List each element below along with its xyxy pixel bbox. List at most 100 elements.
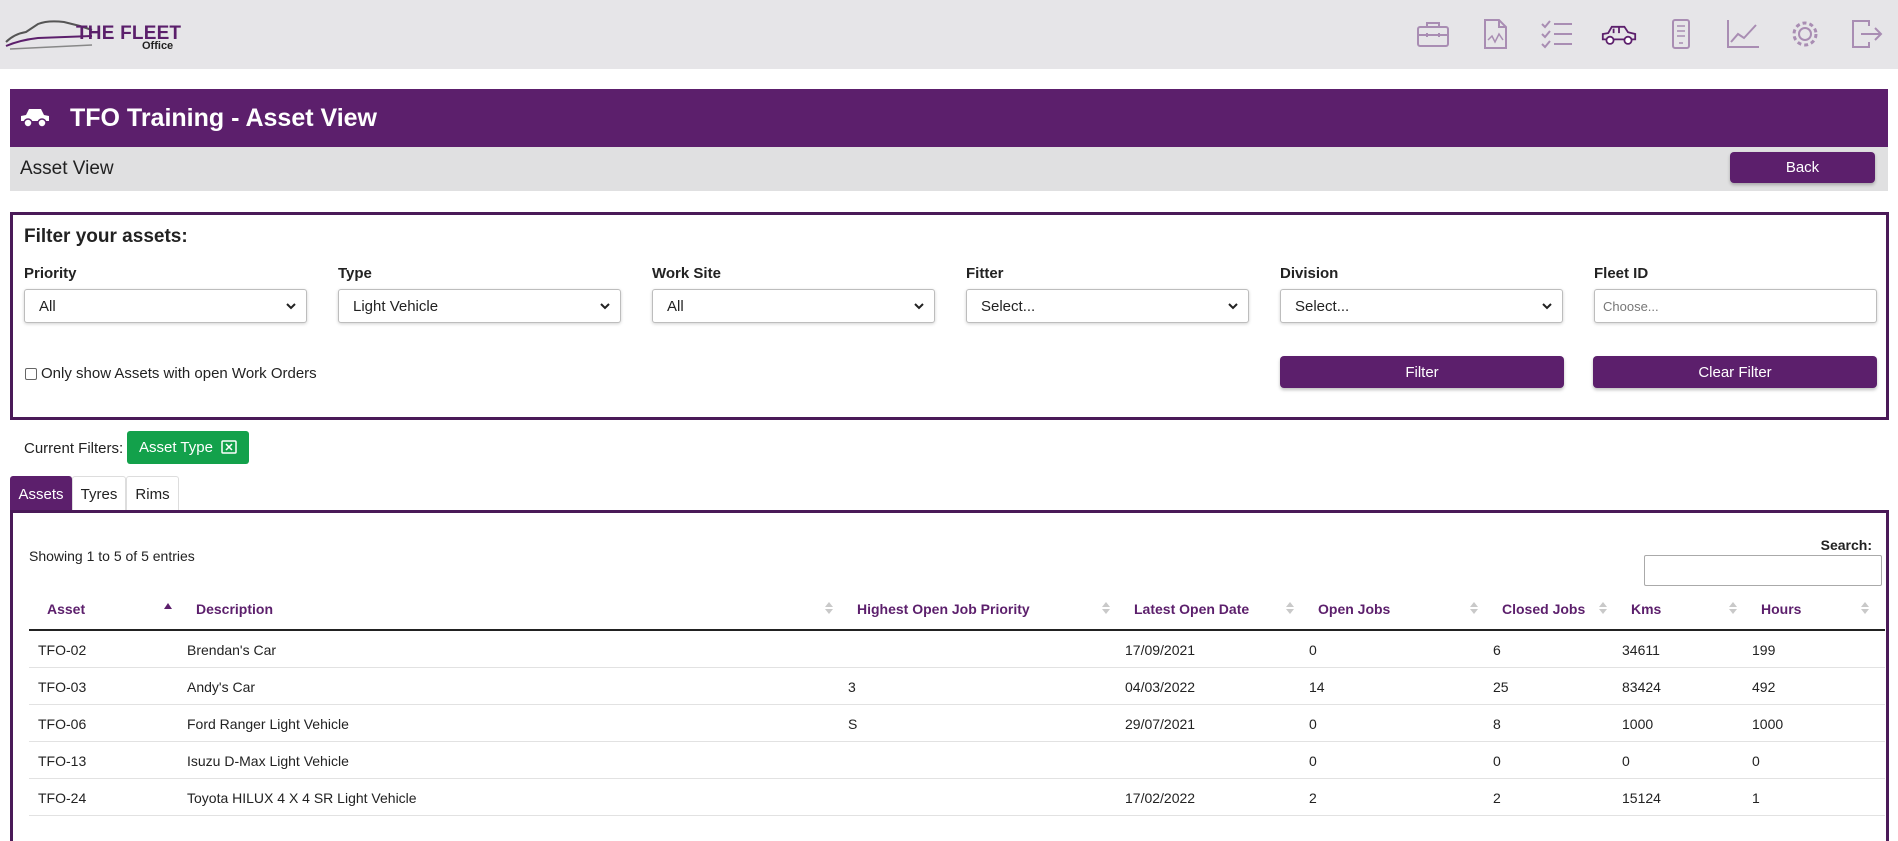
open-orders-option[interactable]: Only show Assets with open Work Orders bbox=[25, 365, 317, 382]
tab-assets[interactable]: Assets bbox=[10, 476, 72, 511]
report-icon[interactable] bbox=[1464, 14, 1526, 54]
cell-open-jobs: 0 bbox=[1309, 642, 1317, 658]
table-row[interactable]: TFO-13 Isuzu D-Max Light Vehicle 0 0 0 0 bbox=[29, 742, 1885, 779]
division-value: Select... bbox=[1295, 297, 1350, 315]
filter-button[interactable]: Filter bbox=[1280, 356, 1564, 388]
chevron-down-icon bbox=[600, 303, 610, 310]
logout-icon[interactable] bbox=[1836, 14, 1898, 54]
chevron-down-icon bbox=[286, 303, 296, 310]
cell-closed-jobs: 25 bbox=[1493, 679, 1509, 695]
fleet-id-input[interactable] bbox=[1594, 289, 1877, 323]
type-value: Light Vehicle bbox=[353, 297, 439, 315]
back-button[interactable]: Back bbox=[1730, 152, 1875, 183]
clear-filter-button[interactable]: Clear Filter bbox=[1593, 356, 1877, 388]
cell-latest-open-date: 17/02/2022 bbox=[1125, 790, 1196, 806]
sort-icon[interactable] bbox=[1599, 601, 1607, 615]
search-input[interactable] bbox=[1644, 555, 1882, 586]
cell-closed-jobs: 8 bbox=[1493, 716, 1501, 732]
sort-icon[interactable] bbox=[1470, 601, 1478, 615]
column-header-closed-jobs[interactable]: Closed Jobs bbox=[1502, 601, 1585, 617]
assets-table-panel: Showing 1 to 5 of 5 entries Search: Asse… bbox=[10, 510, 1889, 841]
cell-open-jobs: 2 bbox=[1309, 790, 1317, 806]
column-header-latest-open-date[interactable]: Latest Open Date bbox=[1134, 601, 1249, 617]
column-header-hours[interactable]: Hours bbox=[1761, 601, 1801, 617]
chart-icon[interactable] bbox=[1712, 14, 1774, 54]
work-site-select[interactable]: All bbox=[652, 289, 935, 323]
table-row[interactable]: TFO-03 Andy's Car 3 04/03/2022 14 25 834… bbox=[29, 668, 1885, 705]
table-row[interactable]: TFO-06 Ford Ranger Light Vehicle S 29/07… bbox=[29, 705, 1885, 742]
column-header-kms[interactable]: Kms bbox=[1631, 601, 1661, 617]
app-logo[interactable]: THE FLEET Office bbox=[4, 18, 194, 54]
chevron-down-icon bbox=[1228, 303, 1238, 310]
logo-subtitle: Office bbox=[142, 40, 174, 52]
sort-icon[interactable] bbox=[825, 601, 833, 615]
current-filters-label: Current Filters: bbox=[24, 440, 124, 457]
cell-kms: 34611 bbox=[1622, 642, 1660, 658]
open-orders-checkbox[interactable] bbox=[25, 367, 37, 380]
sort-icon[interactable] bbox=[1102, 601, 1110, 615]
asset-car-icon bbox=[21, 109, 49, 128]
sort-icon[interactable] bbox=[1286, 601, 1294, 615]
tab-bar: Assets Tyres Rims bbox=[10, 476, 179, 511]
vehicle-icon[interactable] bbox=[1588, 14, 1650, 54]
search-label: Search: bbox=[1820, 537, 1872, 553]
top-navigation-bar: THE FLEET Office bbox=[0, 0, 1898, 69]
table-row[interactable]: TFO-24 Toyota HILUX 4 X 4 SR Light Vehic… bbox=[29, 779, 1885, 816]
cell-hours: 1000 bbox=[1752, 716, 1784, 732]
sort-icon[interactable] bbox=[1729, 601, 1737, 615]
column-header-open-jobs[interactable]: Open Jobs bbox=[1318, 601, 1390, 617]
column-header-highest-priority[interactable]: Highest Open Job Priority bbox=[857, 601, 1030, 617]
tab-rims[interactable]: Rims bbox=[126, 476, 179, 511]
cell-open-jobs: 0 bbox=[1309, 753, 1317, 769]
cell-closed-jobs: 2 bbox=[1493, 790, 1501, 806]
fleet-id-label: Fleet ID bbox=[1594, 265, 1649, 282]
cell-open-jobs: 14 bbox=[1309, 679, 1325, 695]
toolbox-icon[interactable] bbox=[1402, 14, 1464, 54]
cell-description: Toyota HILUX 4 X 4 SR Light Vehicle bbox=[187, 790, 417, 806]
fitter-value: Select... bbox=[981, 297, 1036, 315]
column-header-asset[interactable]: Asset bbox=[47, 601, 85, 617]
division-select[interactable]: Select... bbox=[1280, 289, 1563, 323]
cell-closed-jobs: 0 bbox=[1493, 753, 1501, 769]
cell-hours: 199 bbox=[1752, 642, 1776, 658]
gear-icon[interactable] bbox=[1774, 14, 1836, 54]
page-title: TFO Training - Asset View bbox=[70, 104, 378, 132]
priority-label: Priority bbox=[24, 265, 77, 282]
cell-description: Andy's Car bbox=[187, 679, 256, 695]
cell-kms: 15124 bbox=[1622, 790, 1661, 806]
cell-priority: 3 bbox=[848, 679, 856, 695]
tab-tyres[interactable]: Tyres bbox=[72, 476, 126, 511]
cell-hours: 1 bbox=[1752, 790, 1760, 806]
sort-icon[interactable] bbox=[1861, 601, 1869, 615]
filter-panel: Filter your assets: Priority All Type Li… bbox=[10, 212, 1889, 420]
fitter-select[interactable]: Select... bbox=[966, 289, 1249, 323]
chevron-down-icon bbox=[1542, 303, 1552, 310]
cell-asset: TFO-06 bbox=[38, 716, 87, 732]
type-select[interactable]: Light Vehicle bbox=[338, 289, 621, 323]
mobile-icon[interactable] bbox=[1650, 14, 1712, 54]
column-header-description[interactable]: Description bbox=[196, 601, 273, 617]
page-header: TFO Training - Asset View bbox=[10, 89, 1888, 147]
filter-chip-asset-type[interactable]: Asset Type bbox=[127, 431, 249, 464]
filter-heading: Filter your assets: bbox=[24, 226, 188, 247]
close-icon[interactable] bbox=[221, 440, 237, 454]
cell-kms: 1000 bbox=[1622, 716, 1654, 732]
cell-asset: TFO-13 bbox=[38, 753, 87, 769]
cell-description: Isuzu D-Max Light Vehicle bbox=[187, 753, 349, 769]
sort-ascending-icon[interactable] bbox=[164, 601, 172, 615]
priority-select[interactable]: All bbox=[24, 289, 307, 323]
table-row[interactable]: TFO-02 Brendan's Car 17/09/2021 0 6 3461… bbox=[29, 631, 1885, 668]
sub-header: Asset View Back bbox=[10, 147, 1888, 191]
checklist-icon[interactable] bbox=[1526, 14, 1588, 54]
cell-hours: 492 bbox=[1752, 679, 1776, 695]
work-site-value: All bbox=[667, 297, 684, 315]
cell-priority: S bbox=[848, 716, 858, 732]
cell-open-jobs: 0 bbox=[1309, 716, 1317, 732]
chevron-down-icon bbox=[914, 303, 924, 310]
cell-closed-jobs: 6 bbox=[1493, 642, 1501, 658]
division-label: Division bbox=[1280, 265, 1339, 282]
work-site-label: Work Site bbox=[652, 265, 721, 282]
section-title: Asset View bbox=[20, 158, 114, 179]
cell-hours: 0 bbox=[1752, 753, 1760, 769]
priority-value: All bbox=[39, 297, 56, 315]
